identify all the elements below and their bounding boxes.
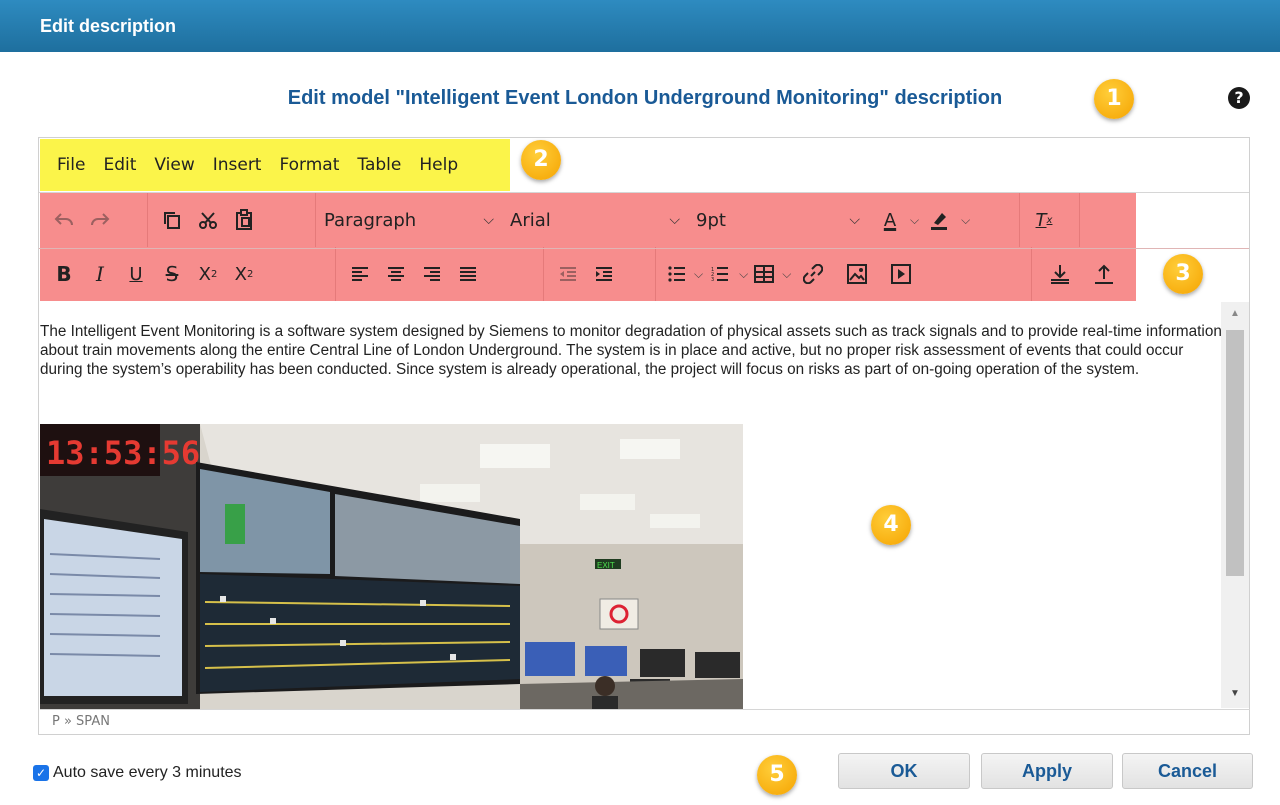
font-family-select[interactable]: Arial ⌵ [502, 193, 688, 247]
menu-insert[interactable]: Insert [213, 155, 270, 175]
toolbar-row-1: Paragraph ⌵ Arial ⌵ 9pt ⌵ A ⌵ ⌵ Tx [40, 193, 1136, 247]
chevron-down-icon[interactable]: ⌵ [694, 267, 703, 282]
paste-icon[interactable] [226, 202, 262, 238]
cancel-button[interactable]: Cancel [1122, 753, 1253, 789]
toolbar-row-2: B I U S X2 X2 ⌵ 1 2 3 ⌵ ⌵ [40, 247, 1136, 301]
bold-icon[interactable]: B [46, 256, 82, 292]
dialog-title-bar: Edit description [0, 0, 1280, 52]
scroll-up-icon[interactable]: ▲ [1230, 308, 1240, 319]
callout-badge-1: 1 [1094, 79, 1134, 119]
chevron-down-icon: ⌵ [849, 212, 860, 228]
subscript-icon[interactable]: X2 [190, 256, 226, 292]
menu-file[interactable]: File [57, 155, 93, 175]
numbered-list-icon[interactable]: 123 [703, 256, 737, 292]
insert-group: ⌵ 123 ⌵ ⌵ [656, 247, 1032, 301]
media-icon[interactable] [879, 256, 923, 292]
underline-icon[interactable]: U [118, 256, 154, 292]
menu-edit[interactable]: Edit [103, 155, 144, 175]
align-right-icon[interactable] [414, 256, 450, 292]
align-justify-icon[interactable] [450, 256, 486, 292]
clipboard-group [148, 193, 316, 247]
editor-menubar: File Edit View Insert Format Table Help [40, 139, 510, 191]
chevron-down-icon[interactable]: ⌵ [739, 267, 748, 282]
undo-icon[interactable] [46, 202, 82, 238]
menu-view[interactable]: View [154, 155, 202, 175]
alignment-group [336, 247, 544, 301]
bullet-list-icon[interactable] [662, 256, 692, 292]
chevron-down-icon[interactable]: ⌵ [782, 267, 791, 282]
link-icon[interactable] [791, 256, 835, 292]
color-group: A ⌵ ⌵ [868, 193, 1020, 247]
element-path[interactable]: P » SPAN [52, 714, 110, 729]
callout-badge-4: 4 [871, 505, 911, 545]
autosave-label: Auto save every 3 minutes [53, 764, 242, 781]
autosave-checkbox[interactable]: ✓ [33, 765, 49, 781]
superscript-icon[interactable]: X2 [226, 256, 262, 292]
dialog-title: Edit description [40, 16, 177, 36]
callout-badge-3: 3 [1163, 254, 1203, 294]
table-icon[interactable] [748, 256, 780, 292]
font-family-value: Arial [510, 209, 551, 231]
download-icon[interactable] [1038, 256, 1082, 292]
block-format-value: Paragraph [324, 209, 417, 231]
cut-icon[interactable] [190, 202, 226, 238]
help-icon[interactable]: ? [1228, 87, 1250, 109]
chevron-down-icon: ⌵ [669, 212, 680, 228]
scroll-thumb[interactable] [1226, 330, 1244, 576]
redo-icon[interactable] [82, 202, 118, 238]
svg-text:3: 3 [711, 277, 714, 282]
photo-clock-text: 13:53:56 [46, 434, 200, 472]
highlight-color-icon[interactable] [919, 202, 959, 238]
outdent-icon[interactable] [550, 256, 586, 292]
align-left-icon[interactable] [342, 256, 378, 292]
text-style-group: B I U S X2 X2 [40, 247, 336, 301]
chevron-down-icon[interactable]: ⌵ [910, 213, 919, 228]
clear-format-group: Tx [1020, 193, 1080, 247]
chevron-down-icon[interactable]: ⌵ [961, 213, 970, 228]
file-transfer-group [1032, 247, 1132, 301]
apply-button[interactable]: Apply [981, 753, 1113, 789]
description-paragraph[interactable]: The Intelligent Event Monitoring is a so… [40, 302, 1225, 379]
scroll-down-icon[interactable]: ▼ [1230, 688, 1240, 699]
page-title: Edit model "Intelligent Event London Und… [287, 87, 1003, 109]
block-format-select[interactable]: Paragraph ⌵ [316, 193, 502, 247]
chevron-down-icon: ⌵ [483, 212, 494, 228]
clear-formatting-icon[interactable]: Tx [1026, 202, 1062, 238]
autosave-option[interactable]: ✓ Auto save every 3 minutes [33, 764, 242, 782]
menu-table[interactable]: Table [357, 155, 409, 175]
image-icon[interactable] [835, 256, 879, 292]
editor-scrollbar[interactable]: ▲ ▼ [1221, 302, 1249, 708]
control-room-image[interactable]: 13:53:56 EXIT [40, 424, 743, 709]
divider [39, 248, 1249, 249]
text-color-icon[interactable]: A [872, 202, 908, 238]
menu-help[interactable]: Help [419, 155, 466, 175]
indent-icon[interactable] [586, 256, 622, 292]
rich-text-editor: File Edit View Insert Format Table Help … [38, 137, 1250, 735]
copy-icon[interactable] [154, 202, 190, 238]
photo-exit-sign: EXIT [597, 561, 615, 570]
indent-group [544, 247, 656, 301]
font-size-value: 9pt [696, 209, 726, 231]
align-center-icon[interactable] [378, 256, 414, 292]
font-size-select[interactable]: 9pt ⌵ [688, 193, 868, 247]
strikethrough-icon[interactable]: S [154, 256, 190, 292]
upload-icon[interactable] [1082, 256, 1126, 292]
ok-button[interactable]: OK [838, 753, 970, 789]
menu-format[interactable]: Format [279, 155, 347, 175]
italic-icon[interactable]: I [82, 256, 118, 292]
editor-statusbar: P » SPAN [40, 709, 1250, 734]
history-group [40, 193, 148, 247]
callout-badge-2: 2 [521, 140, 561, 180]
callout-badge-5: 5 [757, 755, 797, 795]
